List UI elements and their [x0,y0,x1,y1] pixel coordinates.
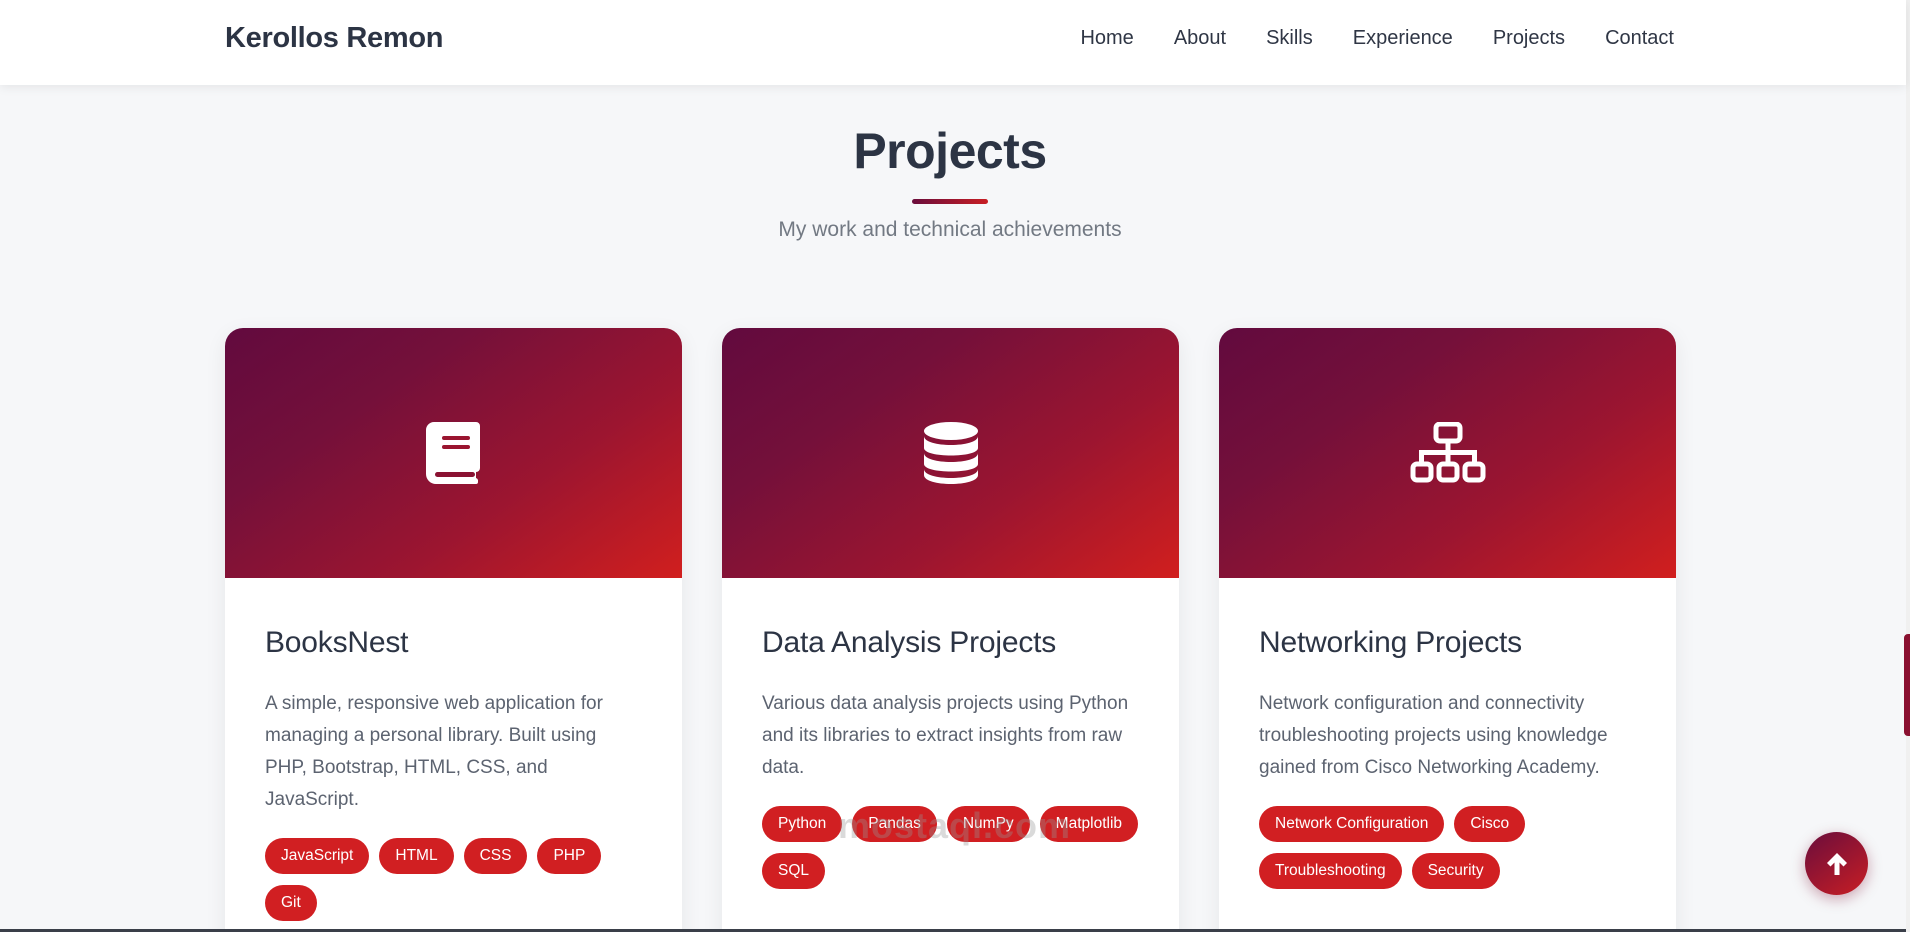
project-card-networking[interactable]: Networking Projects Network configuratio… [1219,328,1676,932]
title-underline [912,199,988,204]
tag[interactable]: SQL [762,853,826,889]
watermark: mostaql.com [838,805,1072,846]
project-card-booksnest[interactable]: BooksNest A simple, responsive web appli… [225,328,682,932]
card-banner [1219,328,1676,578]
book-icon [425,422,480,484]
back-to-top-button[interactable] [1805,832,1868,895]
project-description: Various data analysis projects using Pyt… [762,693,1129,778]
nav-home[interactable]: Home [1080,27,1133,50]
arrow-up-icon [1826,852,1847,875]
nav-skills[interactable]: Skills [1266,27,1313,50]
page-scrollbar[interactable] [1906,0,1910,932]
tag[interactable]: Troubleshooting [1259,853,1402,889]
tag[interactable]: CSS [463,838,528,874]
project-title: Data Analysis Projects [762,626,1057,659]
section-subtitle: My work and technical achievements [778,218,1122,241]
project-description: Network configuration and connectivity t… [1259,693,1608,778]
tag[interactable]: Cisco [1454,806,1526,842]
database-icon [923,422,978,484]
navbar: Kerollos Remon Home About Skills Experie… [0,0,1906,85]
tag[interactable]: PHP [537,838,602,874]
tag[interactable]: Git [265,885,317,921]
tag-list: Network Configuration Cisco Troubleshoot… [1259,806,1636,889]
card-banner [225,328,682,578]
project-title: BooksNest [265,626,409,659]
tag[interactable]: Security [1411,853,1500,889]
nav-links: Home About Skills Experience Projects Co… [1080,27,1674,50]
brand-logo[interactable]: Kerollos Remon [225,22,443,55]
nav-about[interactable]: About [1174,27,1226,50]
card-banner [722,328,1179,578]
tag[interactable]: Network Configuration [1259,806,1445,842]
tag[interactable]: Python [762,806,843,842]
nav-projects[interactable]: Projects [1493,27,1565,50]
project-description: A simple, responsive web application for… [265,693,603,810]
tag[interactable]: JavaScript [265,838,370,874]
tag-list: JavaScript HTML CSS PHP Git [265,838,642,921]
nav-contact[interactable]: Contact [1605,27,1674,50]
network-icon [1410,422,1485,483]
nav-experience[interactable]: Experience [1353,27,1453,50]
project-title: Networking Projects [1259,626,1522,659]
section-title: Projects [853,123,1047,179]
side-tab[interactable] [1904,634,1910,736]
tag[interactable]: HTML [379,838,454,874]
